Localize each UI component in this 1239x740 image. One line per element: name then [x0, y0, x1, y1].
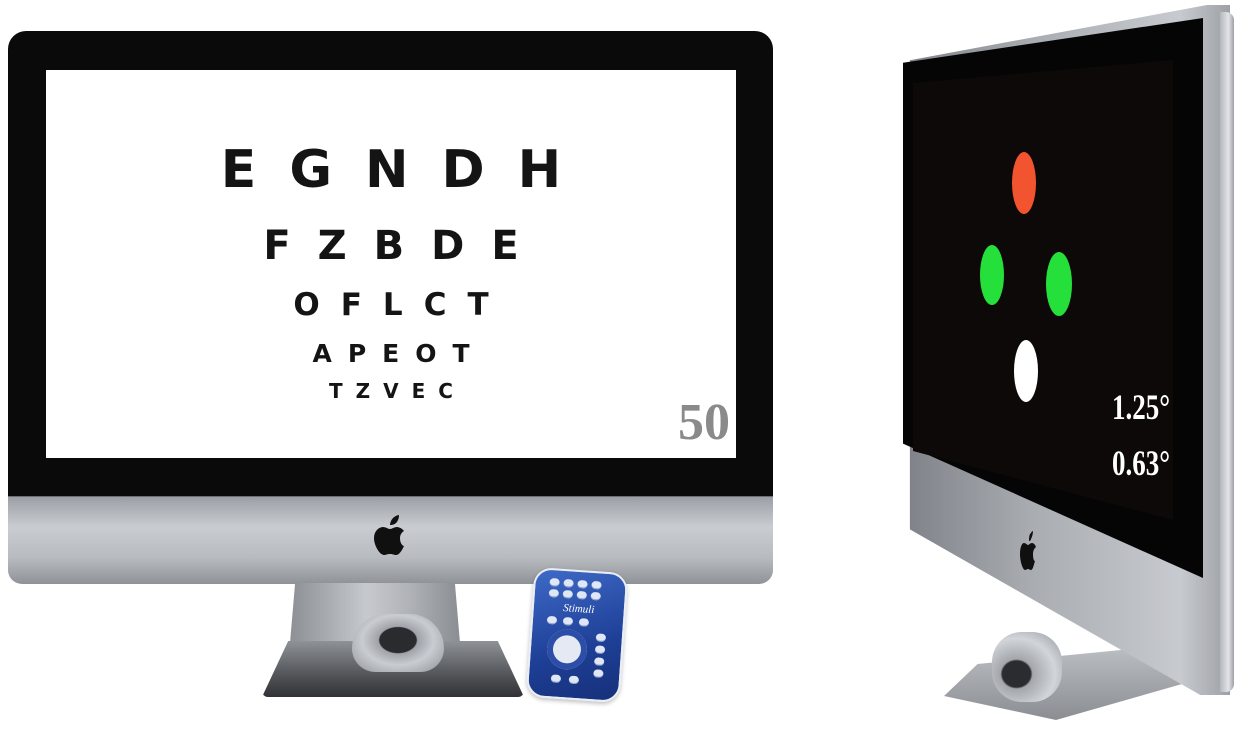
remote-button: [577, 579, 588, 589]
stimulus-dot-white: [1014, 340, 1038, 402]
remote-button: [562, 616, 574, 626]
remote-button: [593, 657, 605, 666]
angle-value-1: 1.25°: [1112, 387, 1171, 427]
stimulus-dot-green-left: [980, 245, 1004, 305]
remote-button: [593, 669, 604, 678]
remote-button: [549, 577, 560, 587]
front-stand-clamp: [352, 614, 444, 672]
eye-chart-row-5: TZVEC: [329, 379, 466, 403]
side-monitor-edge: [1220, 12, 1234, 692]
remote-dpad: [545, 627, 589, 671]
angle-value-2: 0.63°: [1112, 443, 1171, 483]
remote-button: [550, 674, 562, 683]
stimulus-dot-green-right: [1046, 252, 1072, 316]
eye-chart-row-4: APEOT: [312, 339, 486, 368]
eye-chart-row-2: FZBDE: [263, 223, 546, 269]
side-monitor: 1.25° 0.63°: [880, 0, 1239, 740]
remote-button: [548, 588, 560, 598]
remote-button: [576, 590, 588, 600]
eye-chart-row-1: EGNDH: [220, 140, 595, 200]
remote-button: [562, 589, 574, 599]
remote-button: [591, 580, 602, 590]
size-indicator: 50: [678, 394, 730, 451]
remote-button: [568, 675, 580, 685]
remote-control: Stimuli: [525, 566, 629, 704]
front-monitor: EGNDH FZBDE OFLCT APEOT TZVEC 50: [0, 0, 790, 740]
remote-button: [590, 591, 602, 601]
eye-chart-row-3: OFLCT: [293, 287, 510, 323]
remote-button: [578, 618, 590, 627]
remote-button: [563, 578, 574, 588]
eye-chart-screen: EGNDH FZBDE OFLCT APEOT TZVEC 50: [46, 70, 736, 458]
apple-logo-icon: [374, 515, 404, 555]
remote-button: [595, 633, 607, 643]
remote-button: [594, 645, 606, 654]
side-stand-clamp: [992, 632, 1062, 702]
stimulus-dot-red: [1012, 152, 1036, 214]
apple-logo-icon: [1020, 531, 1036, 570]
remote-brand-label: Stimuli: [562, 601, 595, 617]
remote-button: [546, 615, 558, 625]
